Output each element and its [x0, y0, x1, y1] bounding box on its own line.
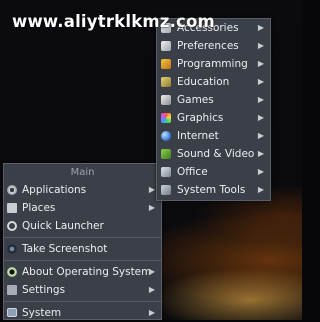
submenu-arrow-icon: ▶	[148, 185, 155, 194]
submenu-arrow-icon: ▶	[257, 167, 264, 176]
submenu-arrow-icon: ▶	[257, 149, 264, 158]
submenu-item-office[interactable]: Office ▶	[157, 163, 270, 181]
os-logo-icon	[7, 267, 17, 277]
submenu-arrow-icon: ▶	[148, 285, 155, 294]
submenu-item-education[interactable]: Education ▶	[157, 73, 270, 91]
submenu-item-system-tools[interactable]: System Tools ▶	[157, 181, 270, 199]
submenu-item-games[interactable]: Games ▶	[157, 91, 270, 109]
submenu-item-sound-video[interactable]: Sound & Video ▶	[157, 145, 270, 163]
education-icon	[161, 77, 171, 87]
submenu-arrow-icon: ▶	[148, 308, 155, 317]
menu-item-label: Sound & Video	[177, 148, 255, 160]
submenu-arrow-icon: ▶	[257, 59, 264, 68]
menu-item-label: Preferences	[177, 40, 239, 52]
menu-item-label: Education	[177, 76, 230, 88]
menu-item-label: Programming	[177, 58, 248, 70]
submenu-arrow-icon: ▶	[257, 23, 264, 32]
menu-item-label: System	[22, 307, 62, 319]
submenu-arrow-icon: ▶	[257, 131, 264, 140]
menu-item-label: Games	[177, 94, 214, 106]
menu-item-label: Office	[177, 166, 208, 178]
menu-item-label: About Operating System	[22, 266, 152, 278]
menu-item-settings[interactable]: Settings ▶	[4, 281, 161, 299]
watermark-text: www.aliytrklkmz.com	[12, 12, 215, 31]
menu-item-label: System Tools	[177, 184, 246, 196]
menu-item-label: Settings	[22, 284, 66, 296]
menu-item-label: Applications	[22, 184, 87, 196]
menu-item-places[interactable]: Places ▶	[4, 199, 161, 217]
menu-separator	[4, 237, 161, 238]
menu-item-applications[interactable]: Applications ▶	[4, 181, 161, 199]
magnifier-icon	[7, 221, 17, 231]
menu-item-label: Graphics	[177, 112, 224, 124]
menu-item-quick-launcher[interactable]: Quick Launcher	[4, 217, 161, 235]
applications-submenu: Accessories ▶ Preferences ▶ Programming …	[156, 18, 271, 201]
submenu-arrow-icon: ▶	[148, 203, 155, 212]
menu-item-about-os[interactable]: About Operating System ▶	[4, 263, 161, 281]
settings-icon	[7, 285, 17, 295]
submenu-arrow-icon: ▶	[257, 113, 264, 122]
menu-item-label: Take Screenshot	[22, 243, 108, 255]
submenu-item-graphics[interactable]: Graphics ▶	[157, 109, 270, 127]
menu-item-system[interactable]: System ▶	[4, 304, 161, 322]
system-tools-icon	[161, 185, 171, 195]
submenu-arrow-icon: ▶	[257, 95, 264, 104]
submenu-arrow-icon: ▶	[257, 185, 264, 194]
main-menu-title: Main	[70, 167, 95, 178]
main-menu: Main Applications ▶ Places ▶ Quick Launc…	[3, 163, 162, 320]
globe-icon	[161, 131, 171, 141]
preferences-icon	[161, 41, 171, 51]
graphics-icon	[161, 113, 171, 123]
menu-item-take-screenshot[interactable]: Take Screenshot	[4, 240, 161, 258]
submenu-item-internet[interactable]: Internet ▶	[157, 127, 270, 145]
submenu-arrow-icon: ▶	[148, 267, 155, 276]
programming-icon	[161, 59, 171, 69]
submenu-arrow-icon: ▶	[257, 77, 264, 86]
menu-item-label: Quick Launcher	[22, 220, 104, 232]
menu-separator	[4, 301, 161, 302]
games-icon	[161, 95, 171, 105]
gear-icon	[7, 185, 17, 195]
office-icon	[161, 167, 171, 177]
camera-icon	[7, 244, 17, 254]
submenu-arrow-icon: ▶	[257, 41, 264, 50]
monitor-icon	[7, 308, 17, 317]
sound-video-icon	[161, 149, 171, 159]
submenu-item-preferences[interactable]: Preferences ▶	[157, 37, 270, 55]
submenu-item-programming[interactable]: Programming ▶	[157, 55, 270, 73]
menu-item-label: Places	[22, 202, 56, 214]
menu-separator	[4, 260, 161, 261]
folder-icon	[7, 203, 17, 213]
menu-item-label: Internet	[177, 130, 219, 142]
